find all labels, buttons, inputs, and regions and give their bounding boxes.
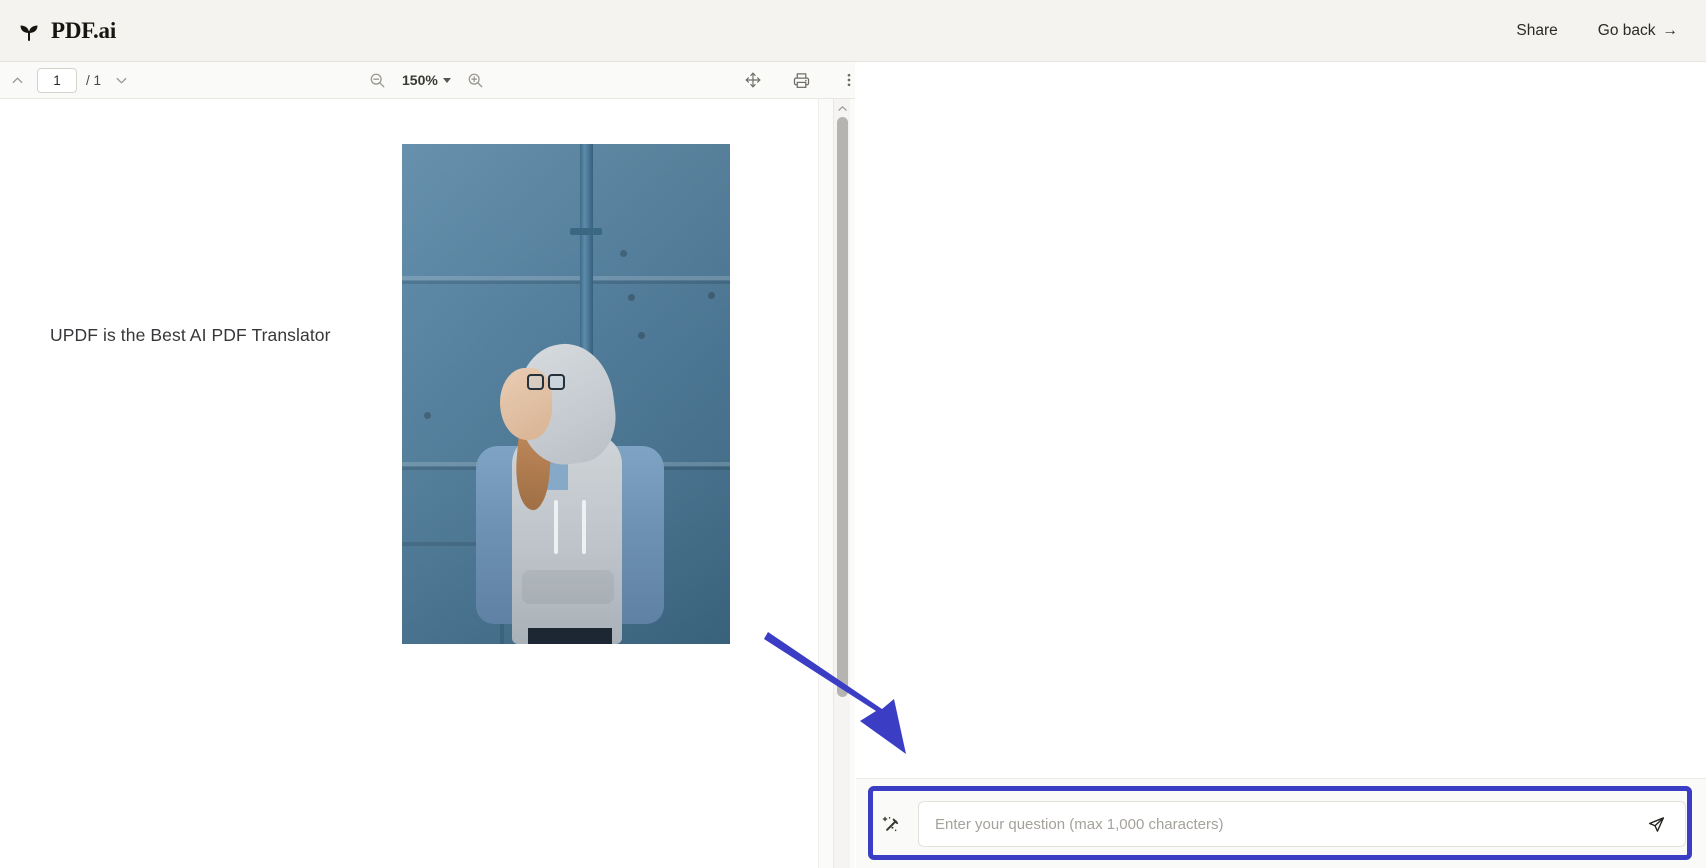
- pdf-page-1: UPDF is the Best AI PDF Translator: [0, 99, 818, 868]
- zoom-level-dropdown[interactable]: 150%: [402, 72, 451, 88]
- pdf-toolbar: / 1 150%: [0, 62, 855, 99]
- photo-bolt: [628, 294, 635, 301]
- pdf-toolbar-right: [742, 69, 860, 91]
- document-image: [402, 144, 730, 644]
- chevron-down-icon[interactable]: [110, 69, 132, 91]
- scrollbar-thumb[interactable]: [837, 117, 848, 697]
- pdf-viewer-pane: / 1 150%: [0, 62, 855, 868]
- share-label: Share: [1516, 21, 1558, 39]
- scroll-up-icon[interactable]: [834, 101, 851, 115]
- photo-lens: [527, 374, 544, 390]
- pdf-toolbar-left: / 1: [0, 67, 132, 93]
- go-back-button[interactable]: Go back →: [1598, 22, 1678, 40]
- chat-composer-area: [856, 778, 1706, 868]
- photo-person: [470, 338, 670, 644]
- share-button[interactable]: Share: [1516, 22, 1557, 40]
- photo-wall-seam: [402, 276, 730, 280]
- zoom-out-icon[interactable]: [366, 69, 388, 91]
- chevron-down-icon: [442, 77, 451, 83]
- magic-wand-icon[interactable]: [876, 809, 906, 839]
- photo-pipe-bracket: [570, 228, 602, 235]
- brand[interactable]: PDF.ai: [16, 18, 116, 44]
- move-pan-icon[interactable]: [742, 69, 764, 91]
- pdf-toolbar-zoom: 150%: [366, 69, 487, 91]
- arrow-right-icon: →: [1662, 21, 1679, 39]
- send-paper-plane-icon[interactable]: [1641, 809, 1671, 839]
- chat-message-list: [856, 62, 1706, 778]
- document-heading: UPDF is the Best AI PDF Translator: [50, 325, 331, 345]
- brand-name: PDF.ai: [51, 17, 117, 43]
- sprout-leaf-icon: [16, 18, 42, 44]
- photo-pocket: [522, 570, 614, 604]
- zoom-level-label: 150%: [402, 72, 438, 88]
- photo-wall-seam: [402, 281, 730, 284]
- photo-bolt: [638, 332, 645, 339]
- pdf-vertical-scrollbar[interactable]: [833, 99, 850, 868]
- photo-bolt: [424, 412, 431, 419]
- photo-lens: [548, 374, 565, 390]
- photo-bolt: [620, 250, 627, 257]
- photo-face: [500, 368, 565, 440]
- photo-pants: [528, 628, 612, 644]
- photo-drawstring: [582, 500, 586, 554]
- pdf-scroll-area[interactable]: UPDF is the Best AI PDF Translator: [0, 99, 855, 868]
- chat-question-input[interactable]: [935, 802, 1633, 846]
- go-back-label: Go back: [1597, 21, 1656, 39]
- photo-drawstring: [554, 500, 558, 554]
- app-header: PDF.ai Share Go back →: [0, 0, 1706, 62]
- chat-panel: [856, 62, 1706, 868]
- zoom-in-icon[interactable]: [465, 69, 487, 91]
- photo-glasses: [527, 374, 567, 391]
- printer-icon[interactable]: [790, 69, 812, 91]
- pdf-ai-app: PDF.ai Share Go back → / 1: [0, 0, 1706, 868]
- page-number-input[interactable]: [37, 67, 77, 93]
- chat-input-field[interactable]: [918, 801, 1686, 847]
- chevron-up-icon[interactable]: [6, 69, 28, 91]
- page-total-label: / 1: [86, 72, 102, 88]
- chat-composer: [876, 797, 1686, 851]
- header-actions: Share Go back →: [1516, 22, 1678, 40]
- photo-bolt: [708, 292, 715, 299]
